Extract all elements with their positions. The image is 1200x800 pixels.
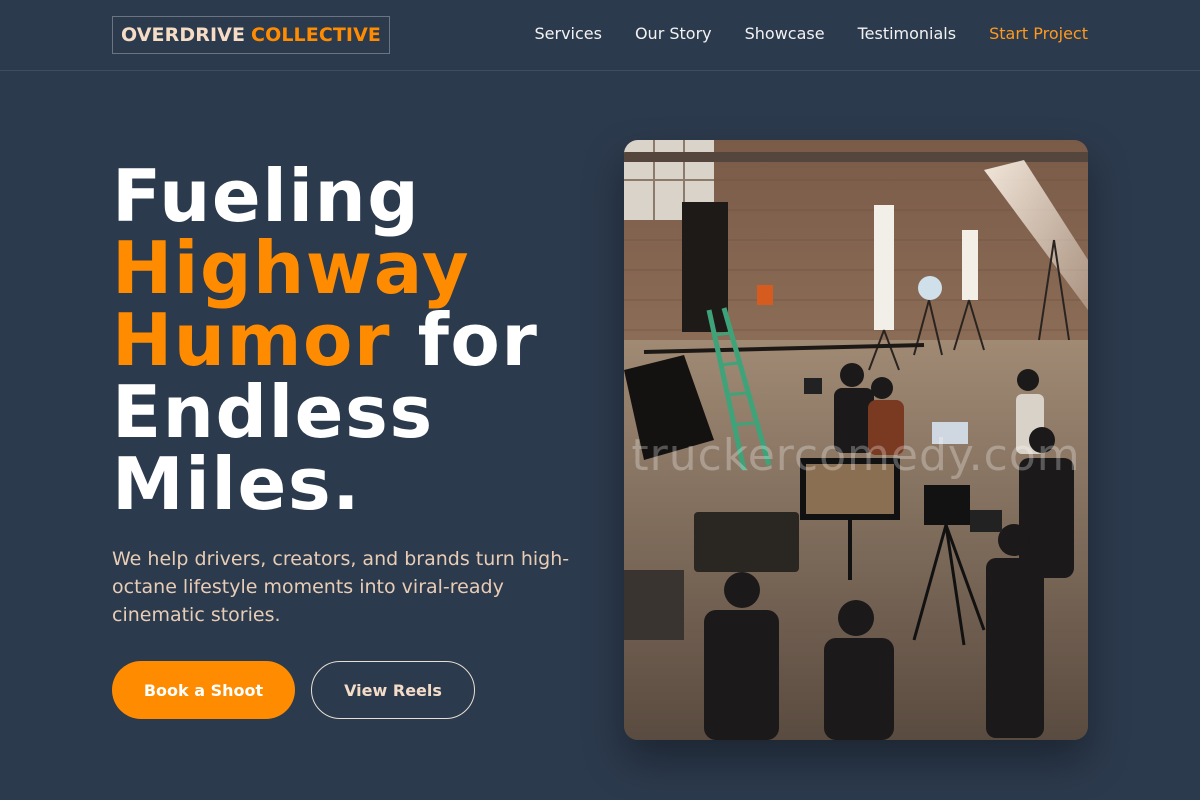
hero-subtitle: We help drivers, creators, and brands tu… <box>112 548 570 626</box>
nav-cta-start-project[interactable]: Start Project <box>989 24 1088 44</box>
hero-image-film-set: truckercomedy.com <box>624 140 1088 740</box>
top-navigation: OVERDRIVE COLLECTIVE Services Our Story … <box>0 0 1200 71</box>
hero-title-line-1: Fueling <box>112 154 421 238</box>
nav-link-our-story[interactable]: Our Story <box>635 24 712 44</box>
nav-link-showcase[interactable]: Showcase <box>745 24 825 44</box>
nav-link-services[interactable]: Services <box>534 24 601 44</box>
nav-links: Services Our Story Showcase Testimonials… <box>534 24 1088 44</box>
book-a-shoot-button[interactable]: Book a Shoot <box>112 661 295 719</box>
view-reels-button[interactable]: View Reels <box>311 661 475 719</box>
hero-title-line-3: Humor for <box>112 304 538 376</box>
brand-name-accent: COLLECTIVE <box>251 24 381 46</box>
nav-link-testimonials[interactable]: Testimonials <box>858 24 957 44</box>
hero-title-line-5: Miles. <box>112 442 362 526</box>
hero-title-line-4: Endless <box>112 370 434 454</box>
image-watermark: truckercomedy.com <box>631 430 1081 481</box>
hero-title-word-for: for <box>417 298 539 382</box>
hero-title-line-2: Highway <box>112 226 471 310</box>
hero-title: Fueling Highway Humor for Endless Miles. <box>112 160 538 520</box>
brand-logo[interactable]: OVERDRIVE COLLECTIVE <box>112 16 390 54</box>
brand-name-primary: OVERDRIVE <box>121 24 246 46</box>
